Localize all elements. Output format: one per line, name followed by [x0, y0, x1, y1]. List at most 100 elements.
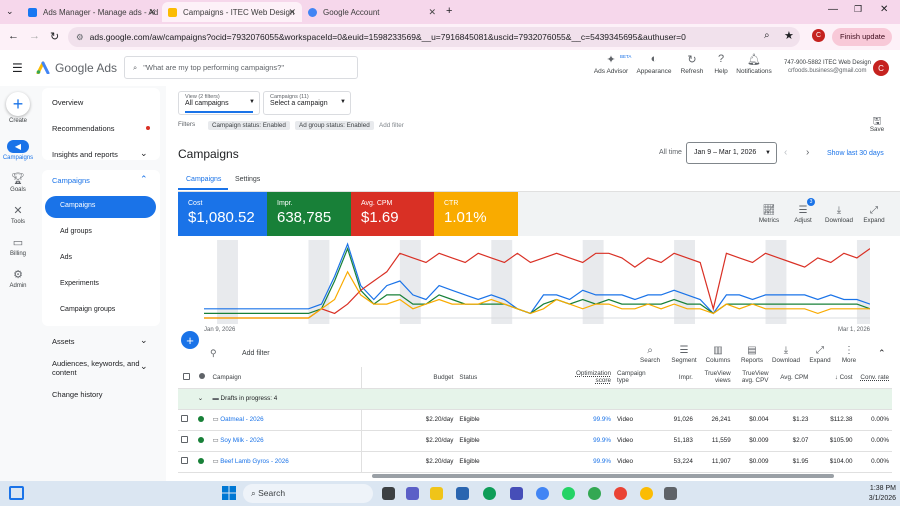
download-table-button[interactable]: ⤓ Download	[769, 345, 803, 364]
campaign-name-link[interactable]: Beef Lamb Gyros - 2026	[220, 458, 289, 465]
date-range-picker[interactable]: Jan 9 – Mar 1, 2026 ▼	[686, 142, 777, 164]
chrome-profile-3-icon[interactable]	[640, 487, 653, 500]
campaign-name-link[interactable]: Oatmeal - 2026	[220, 416, 263, 423]
nav-assets[interactable]: Assets	[52, 337, 75, 346]
segment-button[interactable]: ☰ Segment	[667, 345, 701, 364]
filter-chip-campaign-status[interactable]: Campaign status: Enabled	[208, 121, 290, 130]
chevron-down-icon[interactable]: ⌄	[140, 361, 148, 372]
nav-sub-campaign-groups[interactable]: Campaign groups	[60, 306, 115, 313]
col-optimization-score[interactable]: Optimization score	[569, 367, 614, 389]
tab-ads-manager[interactable]: Ads Manager - Manage ads - Ad ✕	[22, 2, 162, 22]
enabled-status-icon[interactable]	[197, 436, 204, 443]
tab-settings-view[interactable]: Settings	[235, 176, 260, 183]
drafts-row[interactable]: ⌄ ▬ Drafts in progress: 4	[178, 388, 892, 410]
create-button[interactable]: + Create	[0, 92, 36, 124]
expand-chart-button[interactable]: ⤢ Expand	[857, 205, 891, 224]
notifications-button[interactable]: 🔔︎ Notifications	[734, 53, 774, 75]
bookmark-star-icon[interactable]: ★	[784, 29, 794, 42]
next-period-icon[interactable]: ›	[806, 147, 809, 158]
nav-overview[interactable]: Overview	[52, 98, 83, 107]
rail-billing[interactable]: ▭ Billing	[0, 236, 36, 257]
tab-campaigns[interactable]: Campaigns - ITEC Web Design ✕	[162, 2, 302, 22]
teams-work-icon[interactable]	[510, 487, 523, 500]
new-tab-icon[interactable]: +	[446, 5, 452, 17]
window-close-icon[interactable]: ✕	[880, 4, 888, 15]
rail-admin[interactable]: ⚙ Admin	[0, 268, 36, 289]
col-impr[interactable]: Impr.	[655, 367, 696, 389]
campaign-selector[interactable]: Campaigns (11) Select a campaign ▼	[263, 91, 351, 115]
clock-time[interactable]: 1:38 PM	[840, 485, 896, 492]
close-icon[interactable]: ✕	[288, 7, 296, 18]
col-trueview-views[interactable]: TrueView views	[695, 367, 734, 389]
save-button[interactable]: 🖫︎ Save	[860, 114, 894, 133]
more-button[interactable]: ⋮ More	[832, 345, 866, 364]
view-selector[interactable]: View (2 filters) All campaigns ▼	[178, 91, 260, 115]
taskbar-search[interactable]: ⌕ Search	[243, 484, 373, 503]
whatsapp-icon[interactable]	[562, 487, 575, 500]
menu-icon[interactable]: ☰	[12, 61, 23, 75]
metric-card-cost[interactable]: Cost $1,080.52	[178, 192, 267, 236]
col-status[interactable]: Status	[456, 367, 570, 389]
budget-cell[interactable]: $2.20/day	[361, 430, 457, 452]
forward-icon[interactable]: →	[29, 30, 40, 42]
prev-period-icon[interactable]: ‹	[784, 147, 787, 158]
collapse-icon[interactable]: ⌃	[878, 348, 886, 359]
table-search-button[interactable]: ⌕ Search	[633, 345, 667, 364]
nav-sub-ads[interactable]: Ads	[60, 254, 72, 261]
task-view-icon[interactable]	[382, 487, 395, 500]
file-explorer-icon[interactable]	[430, 487, 443, 500]
nav-insights[interactable]: Insights and reports	[52, 150, 118, 159]
search-input[interactable]: ⌕ "What are my top performing campaigns?…	[124, 56, 358, 79]
widgets-icon[interactable]	[9, 486, 24, 500]
close-icon[interactable]: ✕	[428, 7, 436, 18]
rail-campaigns[interactable]: ◀ Campaigns	[0, 140, 36, 161]
nav-change-history[interactable]: Change history	[52, 390, 102, 399]
add-campaign-fab[interactable]: +	[181, 331, 199, 349]
select-all-checkbox[interactable]	[182, 372, 190, 380]
chrome-profile-icon[interactable]	[588, 487, 601, 500]
back-icon[interactable]: ←	[8, 30, 19, 42]
metric-card-ctr[interactable]: CTR 1.01%	[434, 192, 518, 236]
metric-card-impr[interactable]: Impr. 638,785	[267, 192, 351, 236]
row-checkbox[interactable]	[181, 436, 188, 443]
filter-icon[interactable]: ⚲	[210, 348, 217, 359]
snipping-tool-icon[interactable]	[664, 487, 677, 500]
rail-tools[interactable]: ✕ Tools	[0, 204, 36, 225]
optimization-score-cell[interactable]: 99.9%	[569, 430, 614, 452]
clock-date[interactable]: 3/1/2026	[840, 495, 896, 502]
store-icon[interactable]	[456, 487, 469, 500]
optimization-score-cell[interactable]: 99.9%	[569, 409, 614, 431]
chevron-down-icon[interactable]: ⌄	[140, 335, 148, 346]
nav-audiences[interactable]: Audiences, keywords, and	[52, 359, 140, 368]
budget-cell[interactable]: $2.20/day	[361, 409, 457, 431]
table-add-filter[interactable]: Add filter	[242, 350, 270, 357]
nav-campaigns-group[interactable]: Campaigns	[52, 176, 90, 185]
chevron-down-icon[interactable]: ⌄	[140, 148, 148, 159]
budget-cell[interactable]: $2.20/day	[361, 451, 457, 473]
zoom-icon[interactable]: ⌕	[764, 30, 770, 41]
col-cost[interactable]: ↓ Cost	[811, 367, 856, 389]
tab-list-icon[interactable]: ⌄	[6, 6, 14, 17]
add-filter-link[interactable]: Add filter	[379, 122, 404, 129]
finish-update-button[interactable]: Finish update	[832, 28, 892, 46]
campaign-name-link[interactable]: Soy Milk - 2026	[220, 437, 263, 444]
nav-sub-ad-groups[interactable]: Ad groups	[60, 228, 92, 235]
site-info-icon[interactable]: ⚙	[76, 32, 84, 43]
adjust-button[interactable]: ☰ Adjust	[786, 205, 820, 224]
download-chart-button[interactable]: ⤓ Download	[822, 205, 856, 224]
restore-icon[interactable]: ❐	[854, 4, 862, 15]
nav-recommendations[interactable]: Recommendations	[52, 124, 115, 133]
edge-icon[interactable]	[483, 487, 496, 500]
horizontal-scrollbar[interactable]	[372, 474, 834, 478]
table-row[interactable]: ▭ Beef Lamb Gyros - 2026 $2.20/day Eligi…	[178, 451, 892, 473]
col-avg-cpm[interactable]: Avg. CPM	[771, 367, 812, 389]
show-last-30-days-link[interactable]: Show last 30 days	[827, 150, 884, 157]
table-row[interactable]: ▭ Soy Milk - 2026 $2.20/day Eligible 99.…	[178, 430, 892, 452]
col-campaign-type[interactable]: Campaign type	[613, 367, 656, 389]
columns-button[interactable]: ▥ Columns	[701, 345, 735, 364]
appearance-button[interactable]: ◐ Appearance	[634, 53, 674, 75]
nav-sub-experiments[interactable]: Experiments	[60, 280, 99, 287]
col-conv-rate[interactable]: Conv. rate	[855, 367, 892, 389]
account-avatar[interactable]: C	[873, 60, 889, 76]
minimize-icon[interactable]: —	[828, 4, 838, 15]
